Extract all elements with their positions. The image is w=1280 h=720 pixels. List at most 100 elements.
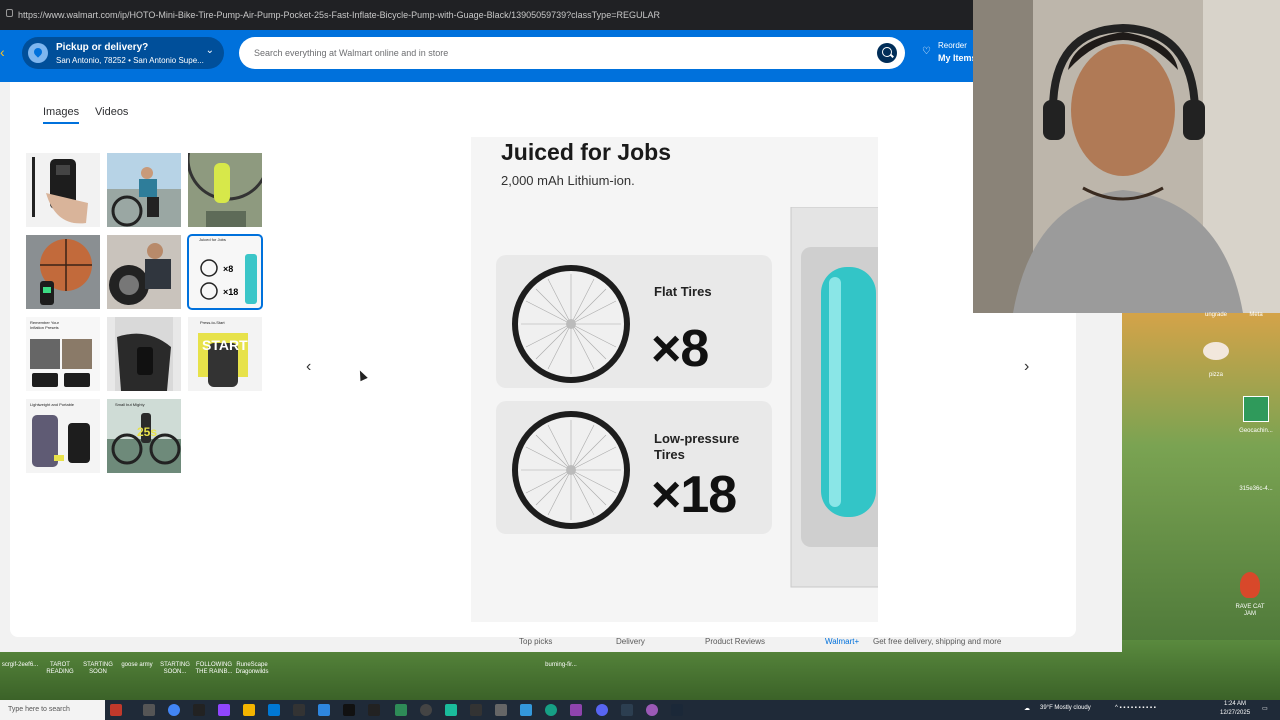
weather-icon[interactable]: ☁ bbox=[1024, 705, 1030, 712]
calendar-icon[interactable] bbox=[110, 704, 122, 716]
app-icon[interactable] bbox=[343, 704, 355, 716]
pickup-delivery-selector[interactable]: Pickup or delivery? San Antonio, 78252 •… bbox=[22, 37, 224, 69]
app-icon[interactable] bbox=[470, 704, 482, 716]
bicycle-wheel-icon bbox=[512, 411, 630, 529]
thumbnail-pump-in-hand[interactable] bbox=[26, 153, 100, 227]
app-icon[interactable] bbox=[395, 704, 407, 716]
image-title: Juiced for Jobs bbox=[501, 139, 671, 165]
clock-date[interactable]: 12/27/2025 bbox=[1220, 710, 1250, 716]
app-icon[interactable] bbox=[621, 704, 633, 716]
pickup-title: Pickup or delivery? bbox=[56, 42, 149, 53]
app-icon[interactable] bbox=[193, 704, 205, 716]
desktop-icon-label: Geocachin... bbox=[1239, 428, 1273, 434]
twitch-icon[interactable] bbox=[218, 704, 230, 716]
card-multiplier: ×8 bbox=[651, 320, 709, 378]
task-view-icon[interactable] bbox=[143, 704, 155, 716]
next-image-arrow[interactable]: › bbox=[1024, 358, 1029, 376]
thumbnail-cyclist-inflating[interactable] bbox=[107, 153, 181, 227]
notification-icon[interactable]: ▭ bbox=[1262, 705, 1268, 712]
thumbnail-small-but-mighty[interactable]: Small but Mighty 25s bbox=[107, 399, 181, 473]
desktop-icon-label[interactable]: FOLLOWING THE RAINB... bbox=[194, 662, 234, 675]
reorder-label: Reorder bbox=[938, 41, 967, 50]
card-label: Flat Tires bbox=[654, 284, 712, 299]
thumbnail-caption: Juiced for Jobs bbox=[199, 237, 226, 242]
app-icon[interactable] bbox=[420, 704, 432, 716]
footer-item: Top picks bbox=[519, 637, 553, 646]
search-icon[interactable] bbox=[877, 43, 897, 63]
app-icon[interactable] bbox=[570, 704, 582, 716]
desktop-icon[interactable]: ungrade bbox=[1196, 312, 1236, 319]
pickup-location: San Antonio, 78252 • San Antonio Supe... bbox=[56, 56, 204, 65]
desktop-icon-label: RAVE CAT JAM bbox=[1235, 604, 1265, 617]
search-placeholder: Search everything at Walmart online and … bbox=[254, 48, 449, 58]
rave-cat-icon[interactable] bbox=[1240, 572, 1260, 598]
card-label: Low-pressure Tires bbox=[654, 431, 740, 462]
app-icon[interactable] bbox=[520, 704, 532, 716]
chrome-icon[interactable] bbox=[168, 704, 180, 716]
footer-item: Product Reviews bbox=[705, 637, 766, 646]
edge-icon[interactable] bbox=[268, 704, 280, 716]
svg-text:×18: ×18 bbox=[223, 287, 238, 297]
thumbnail-caption: Remember Your Inflation Presets bbox=[30, 320, 59, 330]
svg-text:×8: ×8 bbox=[223, 264, 233, 274]
search-input[interactable]: Search everything at Walmart online and … bbox=[239, 37, 905, 69]
taskbar-search-placeholder: Type here to search bbox=[8, 706, 70, 713]
tab-videos[interactable]: Videos bbox=[95, 106, 128, 122]
flat-tires-card: Flat Tires ×8 bbox=[496, 255, 772, 388]
desktop-icon-label[interactable]: RuneScape Dragonwilds bbox=[232, 662, 272, 675]
thumbnail-yellow-bottle-bike[interactable] bbox=[188, 153, 262, 227]
system-tray-icons[interactable]: ^ ▪ ▪ ▪ ▪ ▪ ▪ ▪ ▪ ▪ ▪ bbox=[1115, 705, 1156, 711]
thumbnail-press-to-start[interactable]: Press-to-Start START bbox=[188, 317, 262, 391]
footer-item: Delivery bbox=[616, 637, 645, 646]
main-product-image: Juiced for Jobs 2,000 mAh Lithium-ion. F… bbox=[471, 137, 878, 622]
thumbnail-motorcycle-tire[interactable] bbox=[107, 235, 181, 309]
webcam-overlay bbox=[973, 0, 1280, 313]
thumbnail-lightweight-portable[interactable]: Lightweight and Portable bbox=[26, 399, 100, 473]
url-text[interactable]: https://www.walmart.com/ip/HOTO-Mini-Bik… bbox=[18, 10, 660, 20]
desktop-icon-label[interactable]: STARTING SOON... bbox=[155, 662, 195, 675]
thumbnail-pump-in-use[interactable] bbox=[107, 317, 181, 391]
weather-text[interactable]: 39°F Mostly cloudy bbox=[1040, 705, 1091, 711]
low-pressure-tires-card: Low-pressure Tires ×18 bbox=[496, 401, 772, 534]
thumbnail-badge: 25s bbox=[137, 425, 158, 439]
thumbnail-inflation-presets[interactable]: Remember Your Inflation Presets bbox=[26, 317, 100, 391]
desktop-icon-label[interactable]: burning-fir... bbox=[541, 662, 581, 669]
thumbnail-caption: Press-to-Start bbox=[200, 320, 225, 325]
walmart-plus-promo[interactable]: Get free delivery, shipping and more bbox=[873, 637, 1001, 646]
app-icon[interactable] bbox=[445, 704, 457, 716]
desktop-icon-label[interactable]: scrgif-2eef6... bbox=[0, 662, 40, 669]
desktop-icon[interactable]: Meta bbox=[1236, 312, 1276, 319]
discord-icon[interactable] bbox=[596, 704, 608, 716]
pump-illustration bbox=[790, 207, 878, 588]
app-icon[interactable] bbox=[545, 704, 557, 716]
folder-icon[interactable] bbox=[243, 704, 255, 716]
app-icon[interactable] bbox=[646, 704, 658, 716]
geocaching-icon[interactable] bbox=[1243, 396, 1269, 422]
thumbnail-juiced-for-jobs[interactable]: Juiced for Jobs ×8 ×18 bbox=[188, 235, 262, 309]
bicycle-wheel-icon bbox=[512, 265, 630, 383]
browser-address-bar[interactable]: https://www.walmart.com/ip/HOTO-Mini-Bik… bbox=[0, 0, 973, 30]
app-icon[interactable] bbox=[368, 704, 380, 716]
thumbnail-basketball[interactable] bbox=[26, 235, 100, 309]
steam-icon[interactable] bbox=[671, 704, 683, 716]
desktop-icon-label[interactable]: STARTING SOON bbox=[78, 662, 118, 675]
previous-image-arrow[interactable]: ‹ bbox=[306, 358, 311, 376]
clock-time[interactable]: 1:24 AM bbox=[1224, 701, 1246, 707]
thumbnail-caption: Small but Mighty bbox=[115, 402, 145, 407]
thumbnail-badge: START bbox=[202, 337, 248, 353]
desktop-icon-label[interactable]: TAROT READING bbox=[40, 662, 80, 675]
pizza-icon[interactable] bbox=[1203, 342, 1229, 360]
tab-images[interactable]: Images bbox=[43, 106, 80, 124]
app-icon[interactable] bbox=[318, 704, 330, 716]
windows-taskbar: Type here to search ☁ 39°F Mostly cloudy… bbox=[0, 700, 1280, 720]
my-items-label: My Items bbox=[938, 53, 977, 63]
chevron-down-icon: ⌄ bbox=[205, 45, 214, 56]
desktop-icon-label[interactable]: goose army bbox=[117, 662, 157, 669]
app-icon[interactable] bbox=[293, 704, 305, 716]
taskbar-search-input[interactable]: Type here to search bbox=[0, 700, 105, 720]
chevron-left-icon[interactable]: ‹ bbox=[0, 44, 5, 60]
desktop-icon-label: pizza bbox=[1208, 372, 1223, 378]
desktop-icon-label: 315e36c-4... bbox=[1239, 486, 1273, 492]
app-icon[interactable] bbox=[495, 704, 507, 716]
image-subtitle: 2,000 mAh Lithium-ion. bbox=[501, 173, 635, 188]
